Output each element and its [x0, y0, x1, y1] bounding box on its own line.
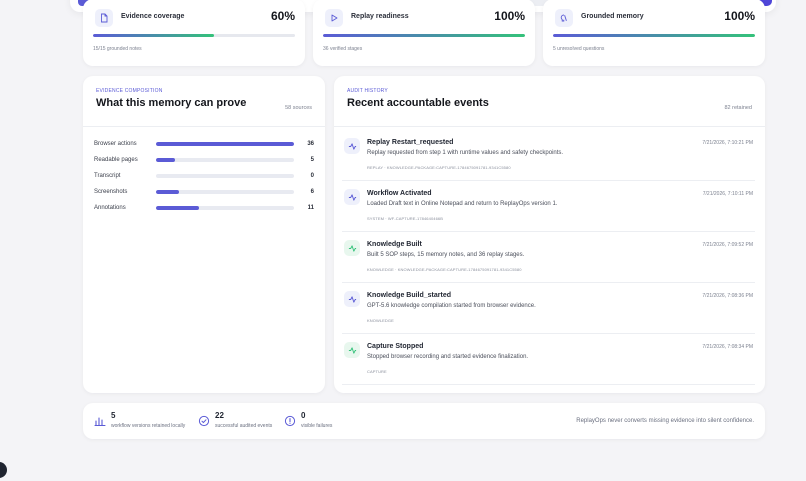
evidence-composition-card: EVIDENCE COMPOSITION What this memory ca…	[83, 76, 325, 393]
metric-title: Evidence coverage	[121, 13, 185, 20]
stat-number: 5	[111, 411, 116, 420]
event-meta: CAPTURE	[367, 369, 387, 374]
composition-bar	[156, 142, 294, 146]
composition-row: Transcript 0	[94, 168, 314, 184]
metric-value: 100%	[494, 9, 525, 23]
event-item[interactable]: Capture Stopped 7/21/2026, 7:08:34 PM St…	[342, 334, 755, 385]
activity-icon	[344, 291, 360, 307]
brain-icon	[555, 9, 573, 27]
metric-subtext: 36 verified stages	[323, 46, 363, 52]
composition-bar	[156, 158, 294, 162]
event-title: Knowledge Built	[367, 241, 422, 248]
stat-visible-failures: 0 visible failures	[284, 411, 332, 429]
play-icon	[325, 9, 343, 27]
event-item[interactable]: Replay Restart_requested 7/21/2026, 7:10…	[342, 130, 755, 181]
event-title: Replay Restart_requested	[367, 139, 454, 146]
stat-workflow-versions: 5 workflow versions retained locally	[94, 411, 185, 429]
event-description: Loaded Draft text in Online Notepad and …	[367, 201, 558, 207]
check-circle-icon	[198, 415, 210, 427]
metric-title: Grounded memory	[581, 13, 644, 20]
event-description: GPT-5.6 knowledge compilation started fr…	[367, 303, 536, 309]
metric-subtext: 5 unresolved questions	[553, 46, 605, 52]
event-list: Replay Restart_requested 7/21/2026, 7:10…	[342, 130, 755, 385]
event-timestamp: 7/21/2026, 7:08:34 PM	[702, 344, 753, 350]
metric-progress	[553, 34, 755, 37]
metric-value: 60%	[270, 9, 295, 23]
event-title: Capture Stopped	[367, 343, 424, 350]
section-eyebrow: EVIDENCE COMPOSITION	[96, 88, 163, 94]
event-title: Workflow Activated	[367, 190, 432, 197]
section-title: What this memory can prove	[96, 97, 247, 109]
document-icon	[95, 9, 113, 27]
composition-value: 36	[307, 141, 314, 147]
composition-label: Annotations	[94, 205, 126, 211]
event-item[interactable]: Workflow Activated 7/21/2026, 7:10:11 PM…	[342, 181, 755, 232]
event-description: Stopped browser recording and started ev…	[367, 354, 529, 360]
footer-note: ReplayOps never converts missing evidenc…	[576, 418, 754, 424]
divider	[83, 126, 325, 127]
event-timestamp: 7/21/2026, 7:10:21 PM	[702, 140, 753, 146]
composition-row: Browser actions 36	[94, 136, 314, 152]
composition-bar	[156, 206, 294, 210]
metric-card-evidence-coverage: Evidence coverage 60% 15/15 grounded not…	[83, 0, 305, 66]
metric-subtext: 15/15 grounded notes	[93, 46, 142, 52]
event-timestamp: 7/21/2026, 7:08:36 PM	[702, 293, 753, 299]
composition-bar	[156, 190, 294, 194]
metric-card-grounded-memory: Grounded memory 100% 5 unresolved questi…	[543, 0, 765, 66]
stat-number: 0	[301, 411, 306, 420]
composition-label: Screenshots	[94, 189, 128, 195]
composition-label: Transcript	[94, 173, 121, 179]
metric-value: 100%	[724, 9, 755, 23]
audit-history-card: AUDIT HISTORY Recent accountable events …	[334, 76, 765, 393]
metric-progress	[323, 34, 525, 37]
composition-label: Readable pages	[94, 157, 138, 163]
alert-circle-icon	[284, 415, 296, 427]
stat-label: visible failures	[301, 423, 333, 429]
event-timestamp: 7/21/2026, 7:10:11 PM	[702, 191, 753, 197]
composition-list: Browser actions 36 Readable pages 5 Tran…	[94, 136, 314, 216]
section-title: Recent accountable events	[347, 97, 489, 109]
activity-icon	[344, 342, 360, 358]
composition-row: Screenshots 6	[94, 184, 314, 200]
source-count: 58 sources	[285, 105, 312, 111]
event-meta: KNOWLEDGE · KNOWLEDGE-PACKAGE:CAPTURE-17…	[367, 267, 522, 272]
event-description: Replay requested from step 1 with runtim…	[367, 150, 564, 156]
metric-card-replay-readiness: Replay readiness 100% 36 verified stages	[313, 0, 535, 66]
event-item[interactable]: Knowledge Built 7/21/2026, 7:09:52 PM Bu…	[342, 232, 755, 283]
composition-bar	[156, 174, 294, 178]
activity-icon	[344, 138, 360, 154]
metric-progress	[93, 34, 295, 37]
composition-value: 11	[307, 205, 314, 211]
stat-audited-events: 22 successful audited events	[198, 411, 272, 429]
composition-value: 5	[310, 157, 314, 163]
event-title: Knowledge Build_started	[367, 292, 452, 299]
retained-count: 82 retained	[724, 105, 752, 111]
stat-label: workflow versions retained locally	[111, 423, 186, 429]
floating-help-button[interactable]	[0, 462, 7, 478]
divider	[334, 126, 765, 127]
stat-number: 22	[215, 411, 224, 420]
composition-row: Readable pages 5	[94, 152, 314, 168]
stat-label: successful audited events	[215, 423, 273, 429]
summary-footer: 5 workflow versions retained locally 22 …	[83, 403, 765, 439]
event-timestamp: 7/21/2026, 7:09:52 PM	[702, 242, 753, 248]
composition-row: Annotations 11	[94, 200, 314, 216]
composition-value: 6	[310, 189, 314, 195]
event-meta: KNOWLEDGE	[367, 318, 394, 323]
activity-icon	[344, 240, 360, 256]
section-eyebrow: AUDIT HISTORY	[347, 88, 388, 94]
event-item[interactable]: Knowledge Build_started 7/21/2026, 7:08:…	[342, 283, 755, 334]
activity-icon	[344, 189, 360, 205]
event-description: Built 5 SOP steps, 15 memory notes, and …	[367, 252, 525, 258]
composition-label: Browser actions	[94, 141, 137, 147]
event-meta: REPLAY · KNOWLEDGE-PACKAGE:CAPTURE-17846…	[367, 165, 511, 170]
event-meta: SYSTEM · WF-CAPTURE-1784640466B	[367, 216, 444, 221]
bar-chart-icon	[94, 417, 106, 427]
metric-title: Replay readiness	[351, 13, 409, 20]
composition-value: 0	[310, 173, 314, 179]
